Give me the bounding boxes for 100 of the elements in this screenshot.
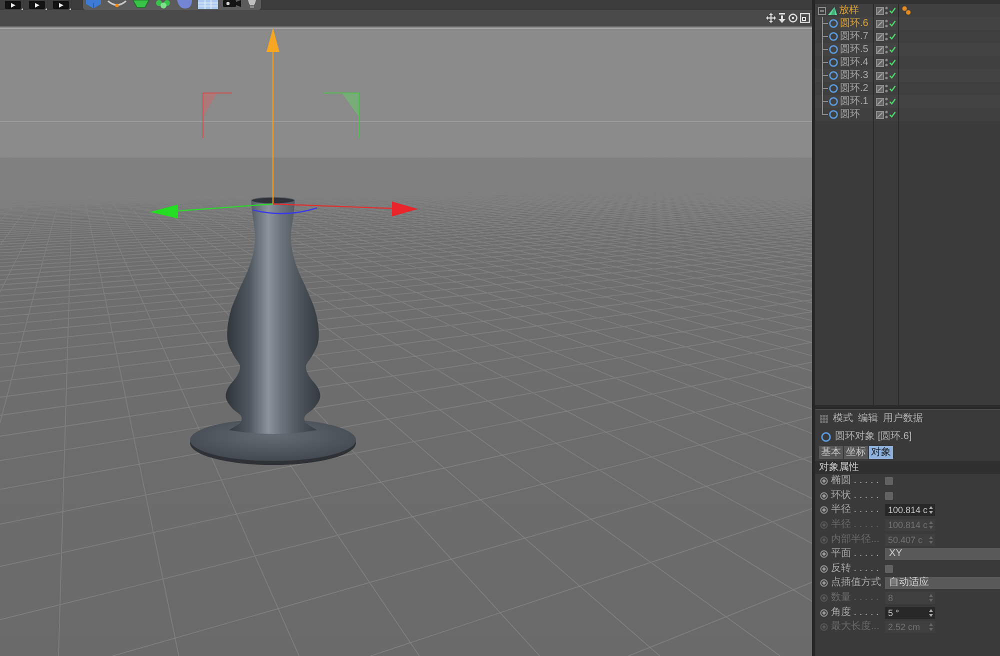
check-icon[interactable] [889, 33, 896, 40]
object-row[interactable]: 圆环.5 [815, 43, 1000, 56]
checkbox[interactable] [885, 492, 893, 500]
check-icon[interactable] [889, 46, 896, 53]
window-icon[interactable] [800, 13, 810, 23]
menu-item[interactable]: 用户数据 [883, 412, 923, 426]
visibility-dots-icon[interactable] [885, 6, 888, 15]
light-bulb-icon[interactable] [246, 0, 258, 9]
keyframe-dot-icon[interactable] [820, 506, 828, 514]
param-label: 反转 . . . . . [831, 562, 880, 575]
keyframe-dot-icon[interactable] [820, 536, 828, 544]
plane-handle[interactable] [324, 92, 360, 138]
object-name: 圆环 [840, 108, 860, 121]
spinner-icon[interactable] [929, 608, 933, 617]
film-play-icon[interactable] [5, 1, 23, 10]
object-row[interactable]: 圆环.6 [815, 17, 1000, 30]
object-row[interactable]: 圆环.4 [815, 56, 1000, 69]
object-name: 圆环.6 [840, 17, 868, 30]
layer-swatch-icon[interactable] [876, 72, 884, 80]
layer-swatch-icon[interactable] [876, 84, 884, 92]
keyframe-dot-icon[interactable] [820, 564, 828, 573]
object-row[interactable]: 放样 [815, 4, 1000, 17]
param-label: 点插值方式 [831, 577, 882, 590]
checkbox[interactable] [885, 564, 893, 573]
visibility-dots-icon[interactable] [885, 84, 888, 93]
menu-item[interactable]: 编辑 [858, 412, 878, 426]
cluster-icon[interactable] [155, 0, 172, 9]
up-axis-arrow[interactable] [266, 28, 280, 204]
object-row[interactable]: 圆环.2 [815, 82, 1000, 95]
check-icon[interactable] [889, 20, 896, 27]
visibility-dots-icon[interactable] [885, 58, 888, 67]
object-row[interactable]: 圆环.3 [815, 69, 1000, 82]
layer-swatch-icon[interactable] [876, 6, 884, 14]
object-name: 圆环.7 [840, 30, 868, 43]
menu-item[interactable]: 模式 [833, 412, 853, 426]
object-row[interactable]: 圆环.1 [815, 95, 1000, 108]
plane-handle[interactable] [202, 92, 232, 138]
visibility-dots-icon[interactable] [885, 19, 888, 28]
wedge-icon [828, 6, 837, 14]
checkbox[interactable] [885, 477, 893, 486]
section-header: 对象属性 [815, 461, 1000, 474]
keyframe-dot-icon[interactable] [820, 579, 828, 588]
check-icon[interactable] [889, 111, 896, 118]
object-name: 圆环.5 [840, 43, 868, 56]
camera-icon[interactable] [223, 0, 241, 9]
keyframe-dot-icon[interactable] [820, 623, 828, 632]
film-play-icon[interactable] [29, 1, 47, 10]
down-arrow-icon[interactable] [778, 13, 786, 23]
visibility-dots-icon[interactable] [885, 71, 888, 80]
layer-swatch-icon[interactable] [876, 58, 884, 66]
check-icon[interactable] [889, 7, 896, 14]
param-label: 半径 . . . . . [831, 504, 880, 516]
check-icon[interactable] [889, 85, 896, 92]
object-title: 圆环对象 [圆环.6] [835, 430, 912, 444]
visibility-dots-icon[interactable] [885, 110, 888, 119]
object-row[interactable]: 圆环.7 [815, 30, 1000, 43]
keyframe-dot-icon[interactable] [820, 594, 828, 602]
layer-swatch-icon[interactable] [876, 46, 884, 54]
param-label: 平面 . . . . . [831, 548, 880, 560]
object-name: 放样 [839, 4, 859, 17]
dropdown[interactable]: 自动适应 [885, 577, 1000, 590]
layer-swatch-icon[interactable] [876, 32, 884, 40]
tab[interactable]: 坐标 [844, 446, 868, 459]
ring-icon [821, 432, 831, 442]
left-axis-arrow[interactable] [150, 203, 274, 218]
curve-icon[interactable] [107, 0, 127, 9]
param-label: 环状 . . . . . [831, 490, 880, 502]
number-field[interactable]: 100.814 c [885, 504, 935, 516]
check-icon[interactable] [889, 72, 896, 79]
tab[interactable]: 基本 [819, 446, 843, 459]
keyframe-dot-icon[interactable] [820, 492, 828, 500]
object-name: 圆环.4 [840, 56, 868, 69]
keyframe-dot-icon[interactable] [820, 550, 828, 558]
keyframe-dot-icon[interactable] [820, 477, 828, 486]
layer-swatch-icon[interactable] [876, 20, 884, 28]
collapse-toggle-icon[interactable] [818, 6, 826, 14]
check-icon[interactable] [889, 98, 896, 105]
object-name: 圆环.2 [840, 82, 868, 95]
keyframe-dot-icon[interactable] [820, 521, 828, 530]
visibility-dots-icon[interactable] [885, 32, 888, 41]
axis-arc[interactable] [252, 207, 318, 214]
visibility-dots-icon[interactable] [885, 45, 888, 54]
param-label: 角度 . . . . . [831, 606, 880, 619]
tab[interactable]: 对象 [869, 446, 893, 459]
object-row[interactable]: 圆环 [815, 108, 1000, 121]
film-play-icon[interactable] [53, 1, 71, 10]
keyframe-dot-icon[interactable] [820, 608, 828, 617]
menu-grid-icon[interactable] [820, 415, 828, 423]
number-field[interactable]: 5 ° [885, 606, 935, 619]
layer-swatch-icon[interactable] [876, 98, 884, 106]
four-way-arrow-icon[interactable] [766, 13, 776, 23]
layer-swatch-icon[interactable] [876, 110, 884, 118]
check-icon[interactable] [889, 59, 896, 66]
tag-icon[interactable] [902, 6, 911, 15]
spinner-icon[interactable] [929, 506, 933, 514]
visibility-dots-icon[interactable] [885, 97, 888, 106]
dropdown[interactable]: XY [885, 548, 1000, 560]
object-name: 圆环.3 [840, 69, 868, 82]
object-name: 圆环.1 [840, 95, 868, 108]
param-label: 椭圆 . . . . . [831, 475, 880, 488]
